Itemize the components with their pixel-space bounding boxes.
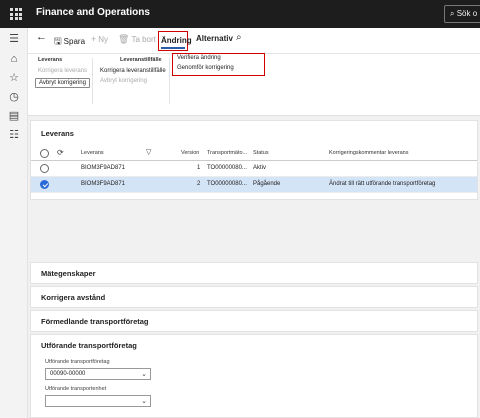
cell-version: 1 (197, 165, 201, 171)
section-title-leverans: Leverans (41, 129, 74, 138)
tab-andring[interactable]: Ändring (158, 31, 192, 51)
change-group-highlight: Verifiera ändring Genomför korrigering (172, 53, 265, 76)
filter-icon[interactable]: ▽ (146, 148, 151, 156)
tab-alternativ[interactable]: Alternativ (196, 34, 233, 43)
perform-correction-button[interactable]: Genomför korrigering (177, 65, 234, 71)
row-checkbox[interactable] (40, 164, 49, 173)
cell-comment: Ändrat till rätt utförande transportföre… (329, 181, 436, 187)
cell-leverans: BIOM3F9AD871 (81, 165, 126, 171)
cell-leverans: BIOM3F9AD871 (81, 181, 126, 187)
correct-delivery-button[interactable]: Korrigera leverans (38, 68, 87, 74)
home-icon[interactable]: ⌂ (7, 52, 21, 66)
group-title-leveranstillfalle: Leveranstillfälle (120, 57, 162, 63)
back-arrow-icon[interactable]: ← (36, 31, 47, 43)
new-label: Ny (98, 35, 109, 44)
group-title-leverans: Leverans (38, 57, 63, 63)
company-field-label: Utförande transportföretag (45, 359, 110, 365)
column-header-version[interactable]: Version (181, 150, 199, 156)
app-title: Finance and Operations (36, 7, 150, 18)
star-icon[interactable]: ☆ (7, 71, 21, 85)
nav-pane: ☰ ⌂ ☆ ◷ ▤ ☷ (0, 28, 28, 418)
save-icon: 🖫 (54, 36, 62, 46)
search-icon[interactable]: ⌕ (236, 32, 242, 43)
group-separator (92, 58, 93, 104)
new-button[interactable]: + Ny (91, 34, 108, 44)
chevron-down-icon: ⌄ (141, 371, 147, 378)
trash-icon: 🗑 (118, 34, 130, 44)
save-label: Spara (63, 37, 86, 46)
select-all-checkbox[interactable] (40, 149, 49, 158)
verify-change-button[interactable]: Verifiera ändring (177, 55, 221, 61)
section-title-utforande[interactable]: Utförande transportföretag (41, 341, 137, 350)
action-pane: ← 🖫 Spara + Ny 🗑 Ta bort Ändring Alternativ… (28, 28, 480, 54)
cell-version: 2 (197, 181, 201, 187)
title-bar: Finance and Operations ⌕ Sök o (0, 0, 480, 28)
group-separator (169, 58, 170, 104)
grid-header: ⟳ Leverans ▽ Version Transportmäto... St… (31, 147, 477, 161)
section-title-korrigera-avstand: Korrigera avstånd (41, 293, 106, 302)
delete-label: Ta bort (131, 35, 156, 44)
delete-button[interactable]: 🗑 Ta bort (118, 34, 156, 45)
column-header-comment[interactable]: Korrigeringskommentar leverans (329, 150, 408, 156)
section-formedlande[interactable]: Förmedlande transportföretag (30, 310, 478, 332)
table-row[interactable]: BIOM3F9AD871 2 TO00000080... Pågående Än… (31, 177, 477, 193)
cell-status: Aktiv (253, 165, 267, 171)
correct-occasion-button[interactable]: Korrigera leveranstillfälle (100, 68, 166, 74)
workspaces-icon[interactable]: ▤ (7, 109, 21, 123)
cell-transport: TO00000080... (207, 165, 247, 171)
row-checkbox[interactable] (40, 180, 49, 189)
ribbon: Leverans Korrigera leverans Avbryt korri… (28, 53, 480, 116)
plus-icon: + (91, 34, 97, 44)
section-utforande: Utförande transportföretag Utförande tra… (30, 334, 478, 418)
hamburger-icon[interactable]: ☰ (7, 32, 21, 46)
company-select[interactable]: 00090-00000 ⌄ (45, 368, 151, 380)
unit-select[interactable]: ⌄ (45, 395, 151, 407)
list-icon[interactable]: ☷ (7, 128, 21, 142)
global-search-box[interactable]: ⌕ Sök o (444, 5, 480, 23)
search-label: Sök o (456, 9, 478, 18)
section-title-mategenskaper: Mätegenskaper (41, 269, 96, 278)
save-button[interactable]: 🖫 Spara (54, 34, 85, 50)
column-header-transport[interactable]: Transportmäto... (207, 150, 247, 156)
section-title-formedlande: Förmedlande transportföretag (41, 317, 149, 326)
section-korrigera-avstand[interactable]: Korrigera avstånd (30, 286, 478, 308)
clock-icon[interactable]: ◷ (7, 90, 21, 104)
form-content: Leverans ⟳ Leverans ▽ Version Transportm… (28, 116, 480, 418)
section-mategenskaper[interactable]: Mätegenskaper (30, 262, 478, 284)
cell-status: Pågående (253, 181, 281, 187)
cancel-correction-delivery-button[interactable]: Avbryt korrigering (35, 78, 90, 88)
leverans-section: Leverans ⟳ Leverans ▽ Version Transportm… (30, 120, 478, 200)
search-icon: ⌕ (450, 9, 455, 18)
refresh-icon[interactable]: ⟳ (57, 148, 64, 157)
table-row[interactable]: BIOM3F9AD871 1 TO00000080... Aktiv (31, 161, 477, 177)
column-header-leverans[interactable]: Leverans (81, 150, 104, 156)
unit-field-label: Utförande transportenhet (45, 386, 107, 392)
column-header-status[interactable]: Status (253, 150, 269, 156)
chevron-down-icon: ⌄ (141, 398, 147, 405)
company-select-value: 00090-00000 (50, 371, 86, 377)
waffle-icon[interactable] (10, 8, 22, 20)
cell-transport: TO00000080... (207, 181, 247, 187)
cancel-correction-occasion-button[interactable]: Avbryt korrigering (100, 78, 147, 84)
